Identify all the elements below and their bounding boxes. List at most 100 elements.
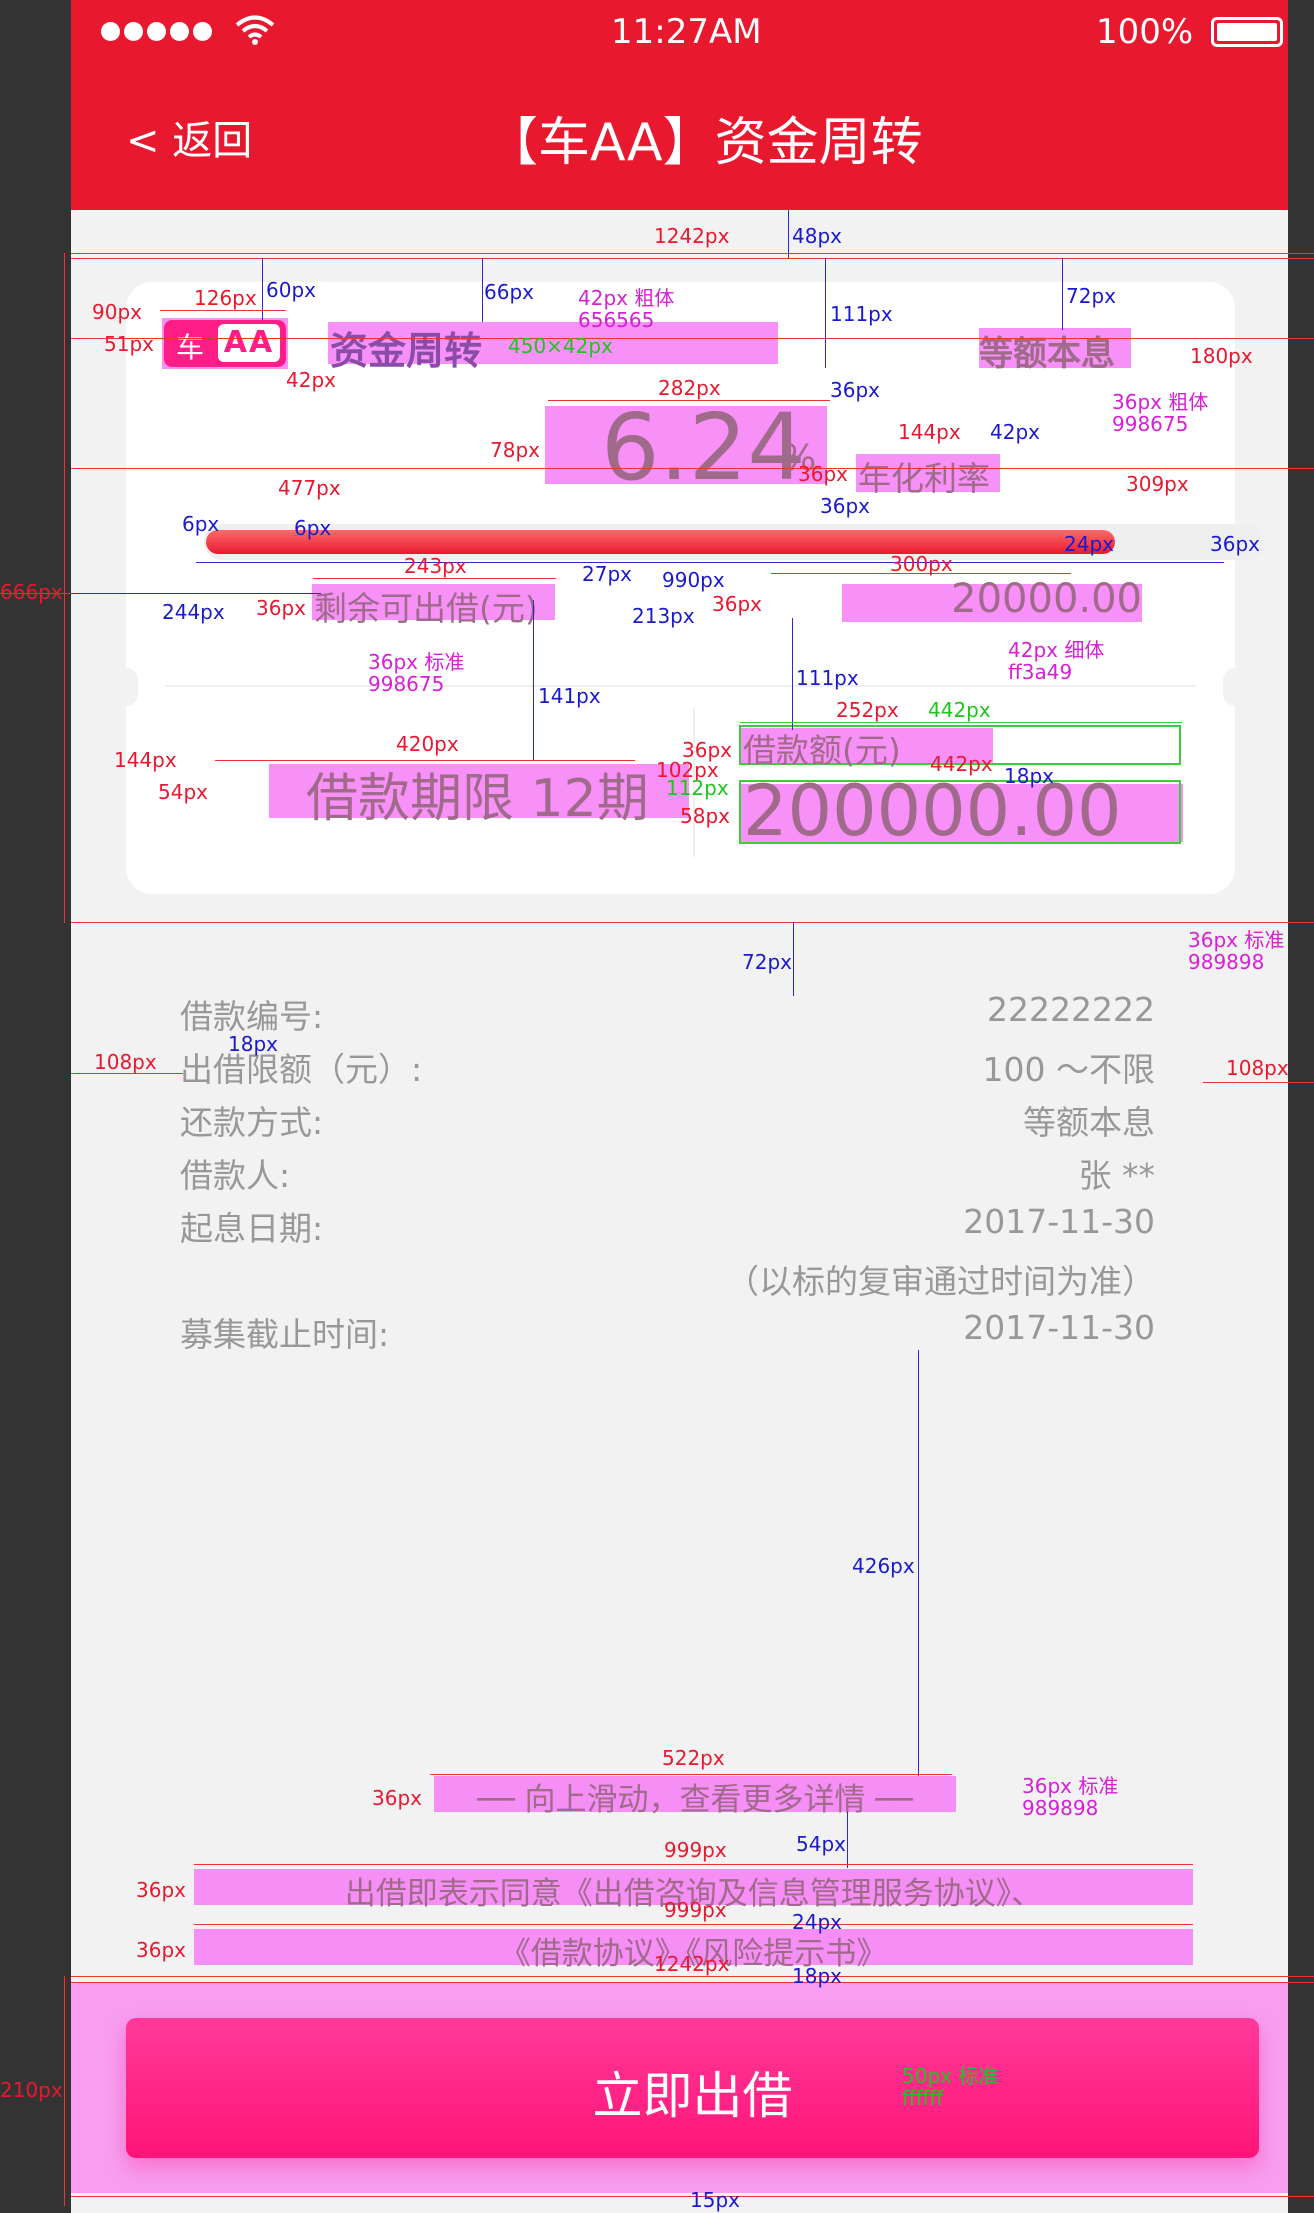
spec-label: 141px <box>538 684 601 708</box>
spec-label: 36px 标准 <box>368 650 465 674</box>
spec-label: 108px <box>94 1050 157 1074</box>
spec-label: 442px <box>930 752 993 776</box>
spec-label: 477px <box>278 476 341 500</box>
spec-label: 36px <box>820 494 870 518</box>
spec-label: 300px <box>890 552 953 576</box>
spec-label: 48px <box>792 224 842 248</box>
spec-label: 6px <box>294 516 332 540</box>
spec-label: 111px <box>796 666 859 690</box>
card-divider <box>165 685 1196 687</box>
spec-label: 282px <box>658 376 721 400</box>
spec-label: 36px 标准 <box>1022 1774 1119 1798</box>
invest-button-label: 立即出借 <box>592 2067 793 2125</box>
spec-label: 36px <box>372 1786 422 1810</box>
spec-label: 420px <box>396 732 459 756</box>
loan-amount-label: 借款额(元) <box>743 731 901 770</box>
spec-label: 18px <box>228 1032 278 1056</box>
detail-value: 张 ** <box>1078 1156 1156 1195</box>
spec-label: 112px <box>666 776 729 800</box>
detail-label: 借款人: <box>180 1156 291 1195</box>
spec-label: 54px <box>796 1832 846 1856</box>
spec-label: 72px <box>1066 284 1116 308</box>
spec-label: 15px <box>690 2188 740 2212</box>
spec-label: 213px <box>632 604 695 628</box>
spec-label: 442px <box>928 698 991 722</box>
spec-label: 1242px <box>654 224 730 248</box>
spec-label: 6px <box>182 512 220 536</box>
app-header: 11:27AM 100% < 返回 【车AA】资金周转 <box>71 0 1288 210</box>
spec-label: 108px <box>1226 1056 1289 1080</box>
repay-method: 等额本息 <box>979 334 1115 374</box>
progress-fill <box>206 530 1115 554</box>
spec-label: 656565 <box>578 308 655 332</box>
spec-label: 999px <box>664 1898 727 1922</box>
loan-term: 借款期限 12期 <box>306 769 649 829</box>
back-button[interactable]: < 返回 <box>126 108 252 166</box>
spec-label: 42px 细体 <box>1008 638 1105 662</box>
spec-label: 309px <box>1126 472 1189 496</box>
remaining-label: 剩余可出借(元) <box>314 589 538 628</box>
spec-label: 90px <box>92 300 142 324</box>
spec-label: 990px <box>662 568 725 592</box>
spec-label: 18px <box>1004 764 1054 788</box>
spec-label: 42px 粗体 <box>578 286 675 310</box>
spec-label: 144px <box>898 420 961 444</box>
badge-left-text: 车 <box>176 331 205 364</box>
spec-label: 42px <box>990 420 1040 444</box>
spec-label: 58px <box>680 804 730 828</box>
loan-amount-value: 200000.00 <box>743 770 1122 852</box>
product-badge: 车 AA <box>164 320 286 367</box>
spec-label: 111px <box>830 302 893 326</box>
spec-label: 999px <box>664 1838 727 1862</box>
spec-label: 66px <box>484 280 534 304</box>
spec-label: 36px 粗体 <box>1112 390 1209 414</box>
spec-label: 54px <box>158 780 208 804</box>
spec-label: 210px <box>0 2078 63 2102</box>
spec-label: ff3a49 <box>1008 660 1073 684</box>
spec-label: 252px <box>836 698 899 722</box>
spec-label: 36px <box>798 462 848 486</box>
spec-label: 24px <box>792 1910 842 1934</box>
spec-label: 24px <box>1064 532 1114 556</box>
spec-label: 180px <box>1190 344 1253 368</box>
spec-label: 42px <box>286 368 336 392</box>
spec-label: 998675 <box>1112 412 1189 436</box>
detail-value: 22222222 <box>987 990 1155 1029</box>
rate-label: 年化利率 <box>858 459 990 498</box>
spec-label: 989898 <box>1022 1796 1099 1820</box>
spec-label: ffffff <box>902 2086 944 2110</box>
spec-label: 51px <box>104 332 154 356</box>
phone-screen: 11:27AM 100% < 返回 【车AA】资金周转 车 AA 资金周转 等额… <box>71 0 1288 2213</box>
detail-label: 起息日期: <box>180 1209 324 1248</box>
spec-label: 989898 <box>1188 950 1265 974</box>
detail-value: 等额本息 <box>1023 1103 1155 1142</box>
spec-label: 998675 <box>368 672 445 696</box>
invest-button[interactable]: 立即出借 <box>126 2018 1259 2158</box>
product-name: 资金周转 <box>330 329 483 373</box>
detail-label: 募集截止时间: <box>180 1315 390 1354</box>
detail-value: 2017-11-30 <box>963 1308 1155 1347</box>
scroll-hint[interactable]: ── 向上滑动，查看更多详情 ── <box>434 1774 956 1819</box>
spec-label: 27px <box>582 562 632 586</box>
detail-label: 还款方式: <box>180 1103 324 1142</box>
battery-icon <box>1211 17 1283 47</box>
spec-label: 36px 标准 <box>1188 928 1285 952</box>
spec-label: 36px <box>256 596 306 620</box>
spec-label: 36px <box>1210 532 1260 556</box>
status-battery-text: 100% <box>1096 12 1194 52</box>
page-title: 【车AA】资金周转 <box>486 113 923 173</box>
status-time: 11:27AM <box>611 12 762 52</box>
detail-value: 100 ～不限 <box>982 1050 1155 1089</box>
badge-right-text: AA <box>218 324 280 362</box>
spec-label: 426px <box>852 1554 915 1578</box>
spec-label: 144px <box>114 748 177 772</box>
spec-label: 36px <box>136 1938 186 1962</box>
spec-label: 72px <box>742 950 792 974</box>
spec-label: 18px <box>792 1964 842 1988</box>
detail-note: （以标的复审通过时间为准） <box>726 1262 1155 1301</box>
spec-label: 36px <box>830 378 880 402</box>
spec-label: 522px <box>662 1746 725 1770</box>
spec-label: 126px <box>194 286 257 310</box>
signal-dots-icon <box>101 22 212 45</box>
spec-label: 78px <box>490 438 540 462</box>
